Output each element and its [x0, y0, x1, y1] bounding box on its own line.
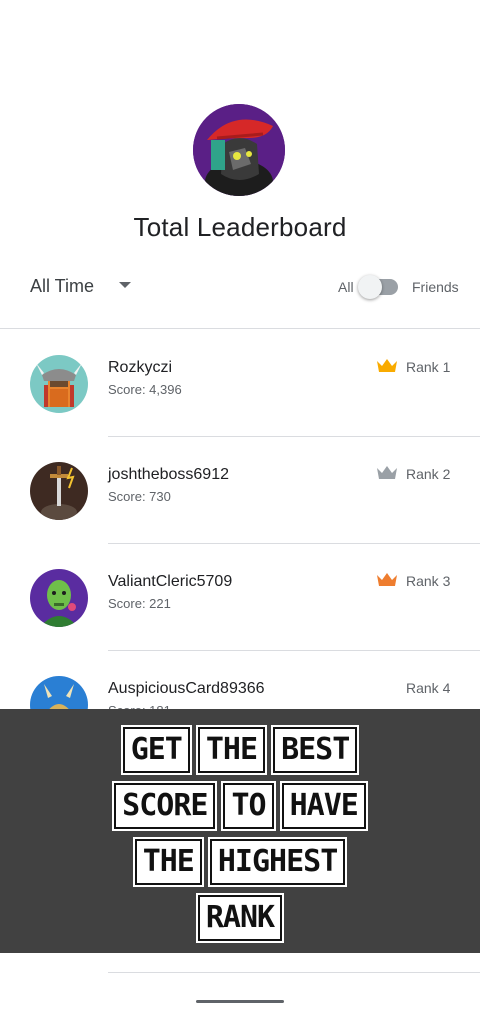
- banner-word: THE: [197, 727, 266, 773]
- banner-word: BEST: [273, 727, 358, 773]
- list-item[interactable]: ValiantCleric5709 Score: 221 Rank 3: [0, 544, 480, 651]
- time-range-select[interactable]: All Time: [30, 276, 94, 297]
- banner-line: GET THE BEST: [0, 727, 480, 773]
- page-title: Total Leaderboard: [133, 212, 347, 242]
- silver-crown-icon: [377, 466, 397, 479]
- player-name: Rozkyczi: [108, 359, 173, 376]
- banner-word: TO: [223, 783, 274, 829]
- divider: [0, 328, 480, 329]
- player-score: Score: 4,396: [108, 382, 182, 397]
- promo-banner: GET THE BEST SCORE TO HAVE THE HIGHEST RANK: [0, 709, 480, 953]
- rank-label: Rank 1: [406, 359, 451, 375]
- banner-line: SCORE TO HAVE: [0, 783, 480, 829]
- filter-row: All Time All Friends: [0, 270, 480, 306]
- player-name: joshtheboss6912: [108, 466, 229, 483]
- divider: [108, 972, 480, 973]
- gold-crown-icon: [377, 359, 397, 372]
- home-indicator[interactable]: [196, 1000, 284, 1003]
- profile-avatar: [193, 104, 285, 196]
- player-score: Score: 221: [108, 596, 171, 611]
- toggle-label-friends: Friends: [412, 279, 459, 295]
- avatar: [30, 355, 88, 413]
- player-name: AuspiciousCard89366: [108, 680, 265, 697]
- banner-word: HIGHEST: [209, 839, 346, 885]
- banner-word: THE: [134, 839, 202, 885]
- banner-word: SCORE: [114, 783, 216, 829]
- banner-word: RANK: [197, 895, 283, 941]
- avatar: [30, 569, 88, 627]
- viking-avatar-icon: [30, 355, 88, 413]
- list-item[interactable]: joshtheboss6912 Score: 730 Rank 2: [0, 437, 480, 544]
- banner-word: GET: [122, 727, 190, 773]
- chevron-down-icon[interactable]: [119, 282, 131, 288]
- rank-label: Rank 3: [406, 573, 451, 589]
- avatar: [30, 462, 88, 520]
- character-portrait-icon: [193, 104, 285, 196]
- rank-label: Rank 4: [406, 680, 451, 696]
- rank-label: Rank 2: [406, 466, 451, 482]
- banner-line: THE HIGHEST: [0, 839, 480, 885]
- banner-word: HAVE: [281, 783, 366, 829]
- toggle-thumb[interactable]: [358, 275, 382, 299]
- toggle-label-all: All: [338, 279, 354, 295]
- cleric-avatar-icon: [30, 569, 88, 627]
- banner-line: RANK: [0, 895, 480, 941]
- player-name: ValiantCleric5709: [108, 573, 233, 590]
- list-item[interactable]: Rozkyczi Score: 4,396 Rank 1: [0, 330, 480, 437]
- sword-avatar-icon: [30, 462, 88, 520]
- player-score: Score: 730: [108, 489, 171, 504]
- bronze-crown-icon: [377, 573, 397, 586]
